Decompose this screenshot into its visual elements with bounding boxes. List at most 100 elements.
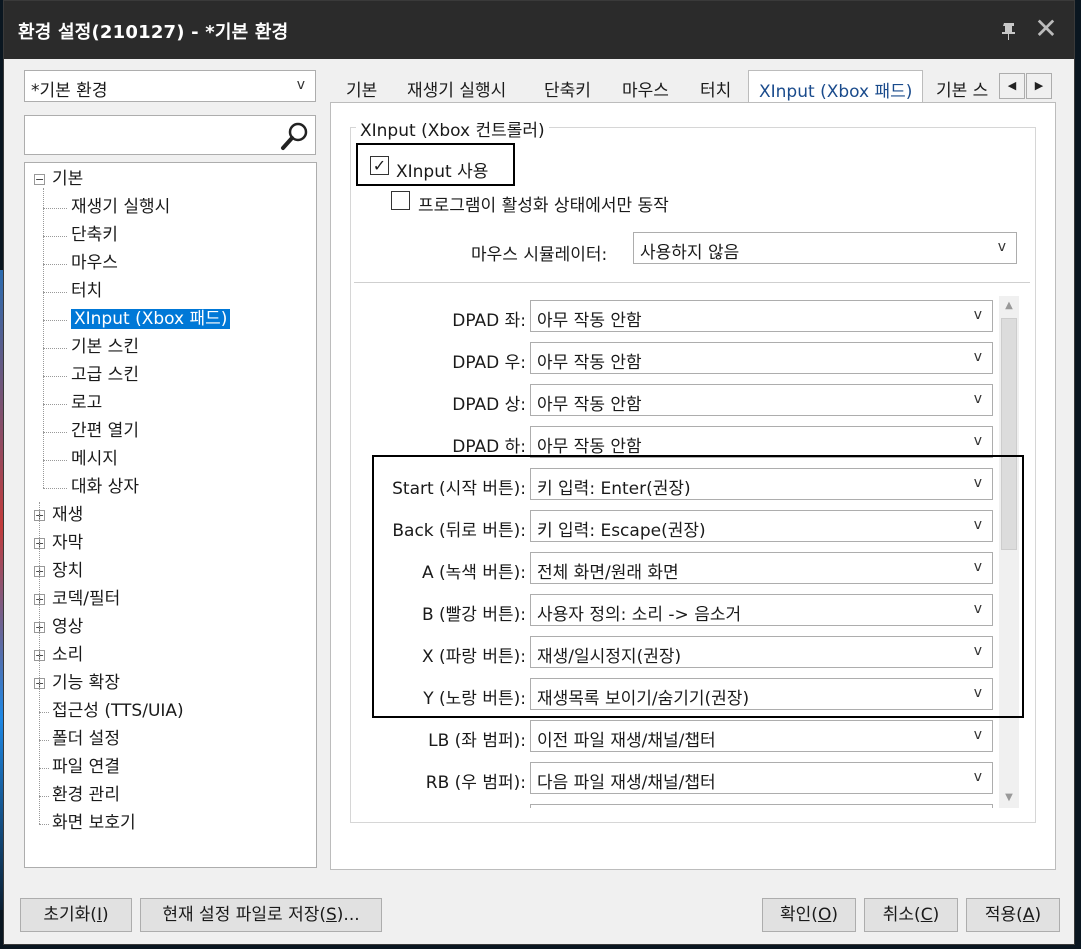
apply-button-hotkey: A — [1022, 905, 1035, 925]
mapping-select[interactable]: 아무 작동 안함 v — [530, 300, 993, 332]
tree-item-leaf[interactable]: 화면 보호기 — [52, 810, 136, 836]
tree-item-leaf-label: 화면 보호기 — [52, 813, 136, 833]
mapping-select-value: 이전 파일 재생/채널/챕터 — [537, 731, 716, 751]
tree-item-category[interactable]: 코덱/필터 — [52, 586, 120, 612]
mapping-label: X (파랑 버튼): — [421, 647, 526, 667]
tree-item-leaf[interactable]: 폴더 설정 — [52, 726, 120, 752]
tree-item-basic-child[interactable]: 간편 열기 — [71, 418, 139, 444]
tree-item-category[interactable]: 소리 — [52, 642, 83, 668]
tree-connector — [43, 488, 67, 489]
button-mapping-list[interactable]: DPAD 좌: 아무 작동 안함 v DPAD 우: 아무 작동 안함 v DPAD 상: 아… — [350, 296, 996, 808]
tab-6[interactable]: 기본 스 — [936, 76, 988, 102]
collapse-icon[interactable]: − — [34, 174, 45, 185]
tree-item-basic-child[interactable]: 로고 — [71, 390, 102, 416]
mapping-select[interactable]: 재생/일시정지(권장) v — [530, 636, 993, 668]
mapping-select[interactable]: v — [530, 804, 993, 808]
chevron-down-icon: v — [973, 517, 982, 533]
tree-item-category-label: 자막 — [52, 533, 84, 553]
tab-scroll-right-button[interactable]: ▶ — [1026, 73, 1052, 99]
apply-button[interactable]: 적용(A) — [966, 898, 1060, 932]
chevron-down-icon: v — [973, 727, 982, 743]
tree-item-basic[interactable]: 기본 — [52, 166, 83, 192]
tree-item-basic-child[interactable]: XInput (Xbox 패드) — [71, 306, 231, 332]
search-icon[interactable] — [279, 120, 311, 152]
use-xinput-checkbox[interactable]: ✓ — [370, 156, 389, 175]
scroll-down-icon[interactable]: ▼ — [999, 788, 1019, 808]
title-bar[interactable]: 환경 설정(210127) - *기본 환경 ✕ — [4, 1, 1074, 59]
tab-3[interactable]: 마우스 — [622, 76, 669, 102]
mapping-label: Start (시작 버튼): — [392, 479, 526, 499]
mapping-scrollbar[interactable]: ▲ ▼ — [999, 296, 1019, 808]
mapping-select[interactable]: 아무 작동 안함 v — [530, 384, 993, 416]
tree-item-leaf[interactable]: 접근성 (TTS/UIA) — [52, 698, 184, 724]
mapping-select-value: 키 입력: Escape(권장) — [537, 521, 706, 541]
tree-item-basic-child[interactable]: 단축키 — [71, 222, 118, 248]
mapping-select[interactable]: 아무 작동 안함 v — [530, 342, 993, 374]
tab-scroll-left-button[interactable]: ◀ — [999, 73, 1025, 99]
tree-item-leaf-label: 파일 연결 — [52, 757, 120, 777]
mapping-select[interactable]: 재생목록 보이기/숨기기(권장) v — [530, 678, 993, 710]
mapping-label: DPAD 우: — [452, 353, 526, 373]
save-button-hotkey: S — [325, 905, 337, 925]
tree-item-category[interactable]: 자막 — [52, 530, 83, 556]
chevron-down-icon: v — [997, 239, 1006, 255]
tree-item-category-label: 소리 — [52, 645, 84, 665]
scroll-up-icon[interactable]: ▲ — [999, 296, 1019, 316]
chevron-down-icon: v — [973, 601, 982, 617]
cancel-button-label: 취소( — [882, 905, 921, 925]
tab-2[interactable]: 단축키 — [544, 76, 591, 102]
tree-item-leaf[interactable]: 파일 연결 — [52, 754, 120, 780]
profile-select-value: *기본 환경 — [31, 81, 108, 101]
mapping-select[interactable]: 이전 파일 재생/채널/챕터 v — [530, 720, 993, 752]
mapping-select[interactable]: 키 입력: Enter(권장) v — [530, 468, 993, 500]
tree-item-basic-child[interactable]: 터치 — [71, 278, 102, 304]
tree-item-leaf-label: 폴더 설정 — [52, 729, 120, 749]
pin-icon[interactable] — [996, 17, 1022, 43]
mapping-select[interactable]: 키 입력: Escape(권장) v — [530, 510, 993, 542]
ok-button[interactable]: 확인(O) — [762, 898, 856, 932]
mapping-select[interactable]: 아무 작동 안함 v — [530, 426, 993, 458]
tree-item-category[interactable]: 장치 — [52, 558, 83, 584]
tree-item-basic-child[interactable]: 재생기 실행시 — [71, 194, 170, 220]
mapping-select-value: 사용자 정의: 소리 -> 음소거 — [537, 605, 742, 625]
search-input[interactable] — [24, 115, 316, 155]
tab-4[interactable]: 터치 — [700, 76, 731, 102]
mapping-select[interactable]: 전체 화면/원래 화면 v — [530, 552, 993, 584]
tree-item-category[interactable]: 재생 — [52, 502, 83, 528]
tree-item-basic-child[interactable]: 고급 스킨 — [71, 362, 139, 388]
chevron-down-icon: v — [973, 685, 982, 701]
tree-item-basic-child-label: 대화 상자 — [71, 477, 139, 497]
tree-item-basic-child[interactable]: 대화 상자 — [71, 474, 139, 500]
tree-item-basic-child[interactable]: 기본 스킨 — [71, 334, 139, 360]
mapping-select[interactable]: 사용자 정의: 소리 -> 음소거 v — [530, 594, 993, 626]
settings-tree[interactable]: − 기본 재생기 실행시 단축키 마우스 터치 XInput (Xbox 패드) 기본 스킨고… — [24, 162, 317, 868]
profile-select[interactable]: *기본 환경 v — [24, 70, 316, 102]
tree-item-leaf[interactable]: 환경 관리 — [52, 782, 120, 808]
tree-item-basic-child[interactable]: 메시지 — [71, 446, 118, 472]
tab-0[interactable]: 기본 — [346, 76, 377, 102]
tab-strip: 기본 재생기 실행시 단축키 마우스 터치 XInput (Xbox 패드) 기본 스 — [330, 70, 1056, 104]
cancel-button[interactable]: 취소(C) — [864, 898, 958, 932]
tree-item-leaf-label: 접근성 (TTS/UIA) — [52, 701, 184, 721]
mapping-select-value: 다음 파일 재생/채널/챕터 — [537, 773, 716, 793]
tree-connector — [43, 348, 67, 349]
tree-item-basic-child[interactable]: 마우스 — [71, 250, 118, 276]
apply-button-tail: ) — [1034, 905, 1042, 925]
scrollbar-thumb[interactable] — [1001, 318, 1017, 550]
tree-item-basic-child-label: 기본 스킨 — [71, 337, 139, 357]
save-to-file-button[interactable]: 현재 설정 파일로 저장(S)... — [140, 898, 382, 932]
tree-connector — [43, 432, 67, 433]
tree-connector — [39, 502, 40, 824]
mapping-select[interactable]: 다음 파일 재생/채널/챕터 v — [530, 762, 993, 794]
tree-item-category-label: 코덱/필터 — [52, 589, 121, 609]
tab-5[interactable]: XInput (Xbox 패드) — [748, 70, 924, 104]
chevron-down-icon: v — [973, 475, 982, 491]
active-only-checkbox[interactable] — [391, 191, 410, 210]
tab-1[interactable]: 재생기 실행시 — [407, 76, 506, 102]
tree-item-category[interactable]: 영상 — [52, 614, 83, 640]
reset-button[interactable]: 초기화(I) — [20, 898, 132, 932]
tree-item-category[interactable]: 기능 확장 — [52, 670, 120, 696]
mouse-simulator-select[interactable]: 사용하지 않음 v — [633, 232, 1017, 264]
mapping-select-value: 키 입력: Enter(권장) — [537, 479, 691, 499]
close-icon[interactable]: ✕ — [1030, 13, 1062, 45]
